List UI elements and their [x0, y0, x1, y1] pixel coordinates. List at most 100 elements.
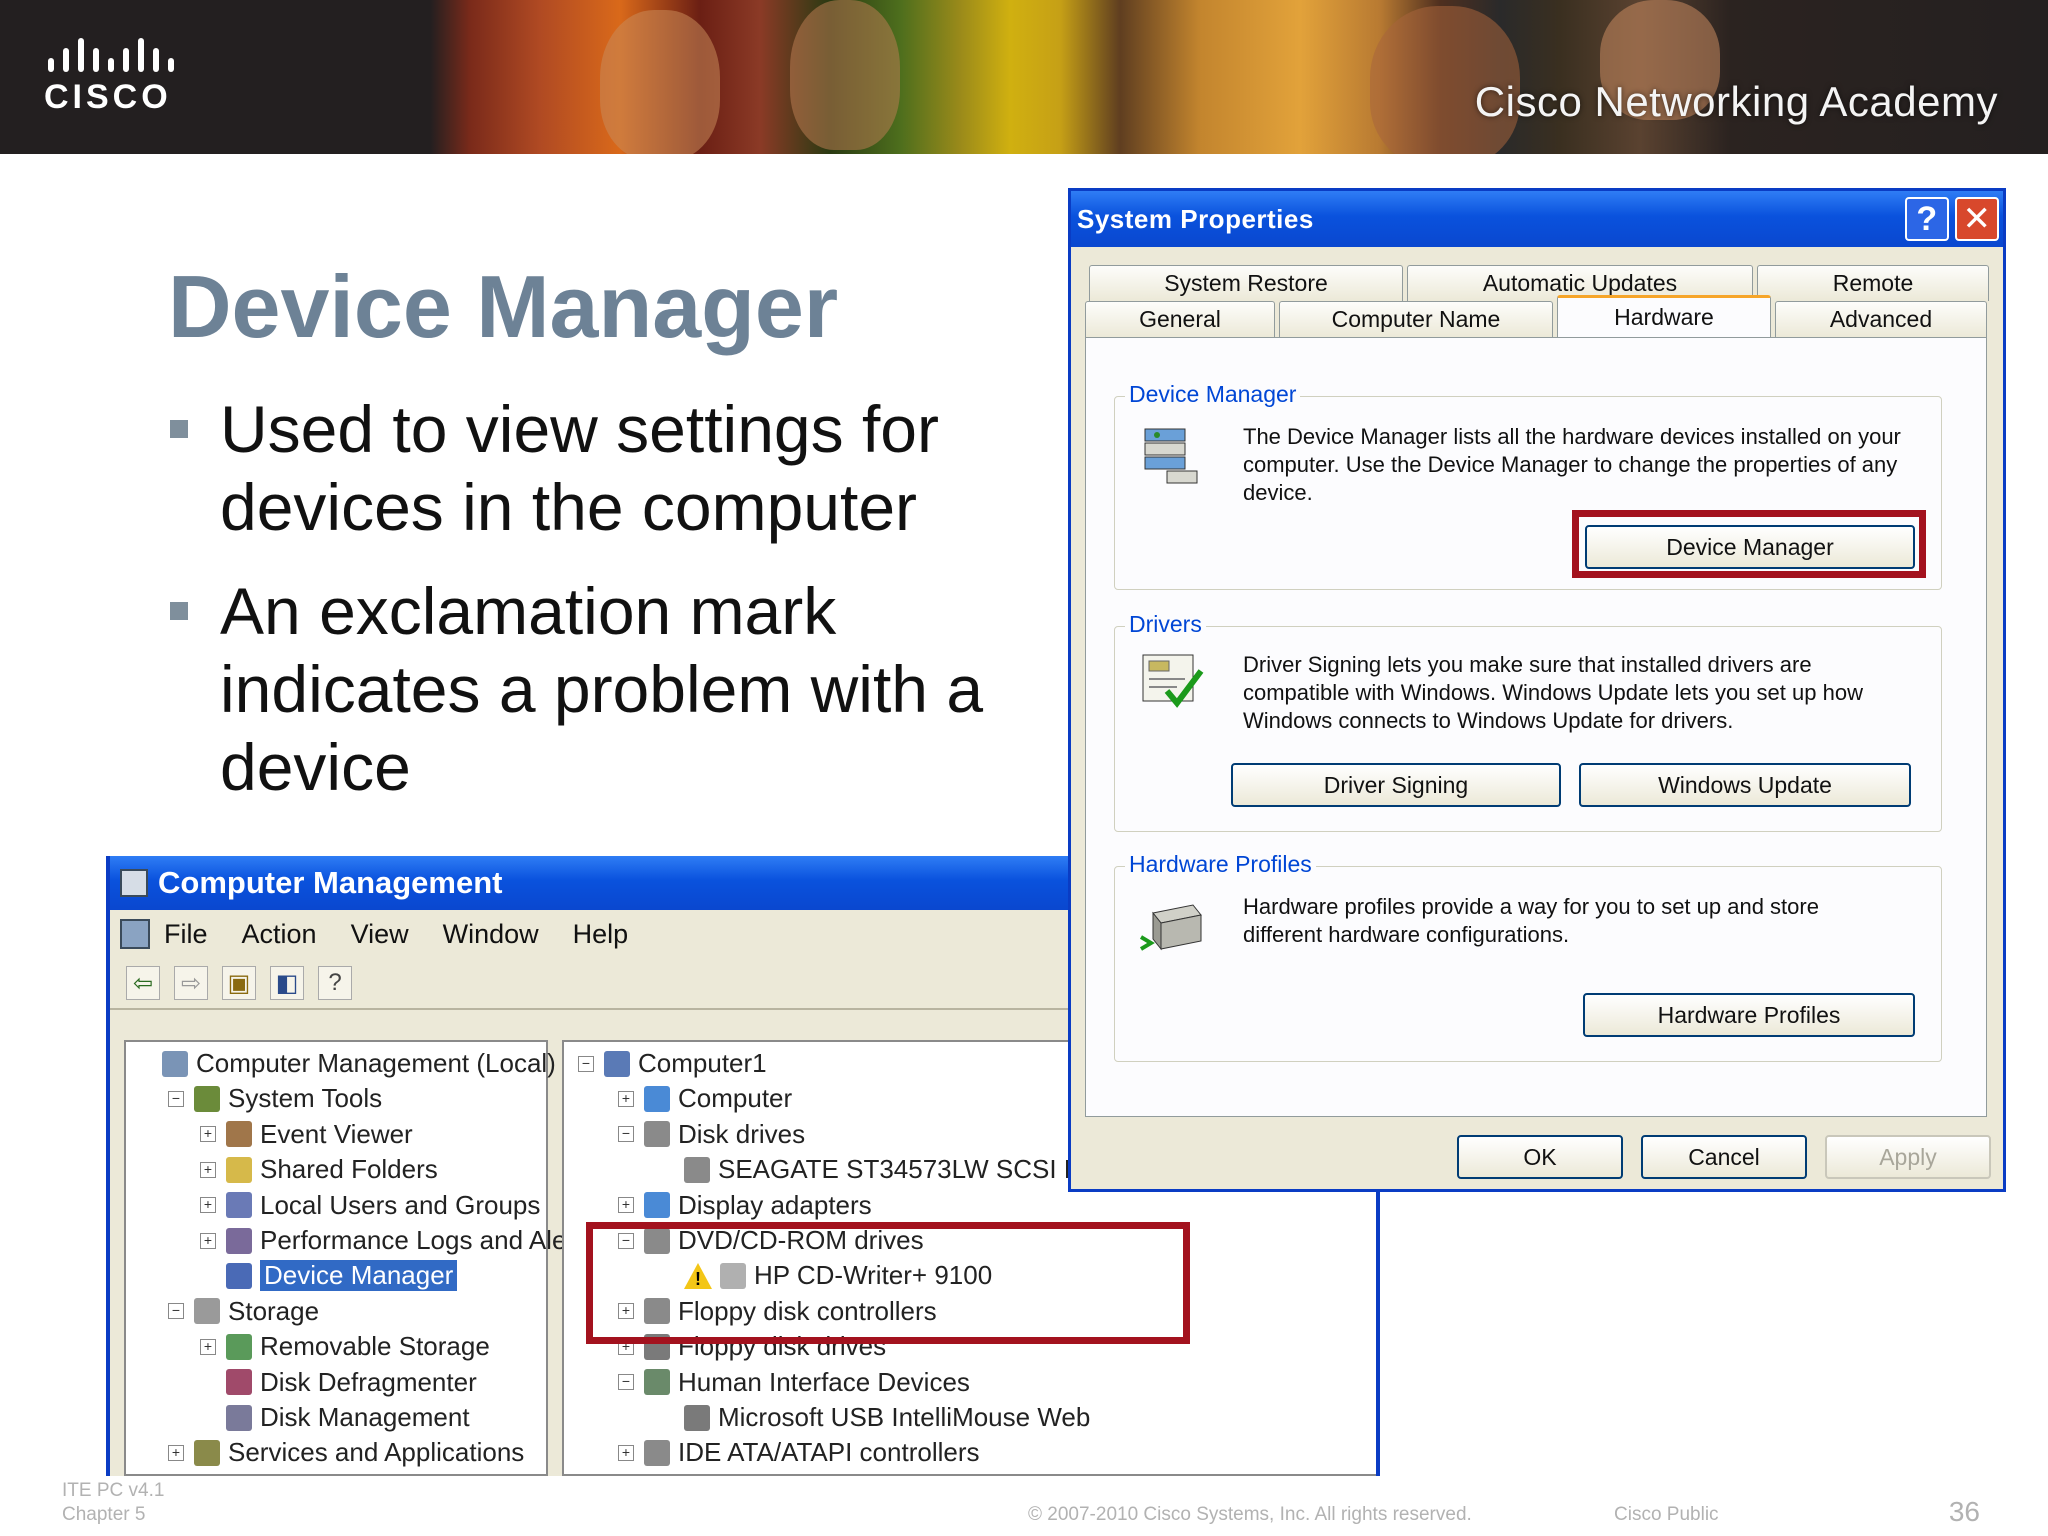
footer-classification: Cisco Public — [1614, 1504, 1719, 1525]
hardware-profiles-button[interactable]: Hardware Profiles — [1583, 993, 1915, 1037]
menu-file[interactable]: File — [164, 919, 208, 950]
computer-icon — [120, 869, 148, 897]
collapse-icon[interactable]: − — [168, 1303, 184, 1320]
tree-item[interactable]: + Performance Logs and Alert: — [200, 1223, 590, 1258]
footer-course: ITE PC v4.1 — [62, 1480, 165, 1501]
show-hide-tree-icon[interactable]: ◧ — [270, 966, 304, 1000]
expand-icon[interactable]: + — [200, 1232, 216, 1249]
drivers-description: Driver Signing lets you make sure that i… — [1243, 652, 1863, 733]
slide-title: Device Manager — [168, 257, 839, 356]
collapse-icon[interactable]: − — [618, 1126, 634, 1143]
windows-update-button[interactable]: Windows Update — [1579, 763, 1911, 807]
device-item-label: SEAGATE ST34573LW SCSI Disk — [718, 1154, 1115, 1185]
tree-node-icon — [226, 1333, 252, 1360]
expand-icon[interactable]: + — [618, 1197, 634, 1214]
up-folder-icon[interactable]: ▣ — [222, 966, 256, 1000]
tree-item[interactable]: − System Tools — [168, 1081, 382, 1116]
driver-signing-button[interactable]: Driver Signing — [1231, 763, 1561, 807]
menu-help[interactable]: Help — [573, 919, 629, 950]
tab-computer-name[interactable]: Computer Name — [1279, 301, 1553, 337]
collapse-icon[interactable]: − — [168, 1090, 184, 1107]
device-item-label: Computer — [678, 1083, 793, 1114]
device-icon — [684, 1404, 710, 1431]
menu-window[interactable]: Window — [443, 919, 539, 950]
device-item[interactable]: SEAGATE ST34573LW SCSI Disk — [658, 1152, 1114, 1187]
device-manager-button-highlight — [1572, 510, 1926, 578]
device-manager-description: The Device Manager lists all the hardwar… — [1243, 424, 1901, 505]
problem-device-highlight — [586, 1222, 1190, 1344]
expand-icon[interactable]: + — [200, 1161, 216, 1178]
menu-view[interactable]: View — [351, 919, 409, 950]
device-icon — [604, 1050, 630, 1077]
drivers-group-label: Drivers — [1125, 611, 1206, 638]
forward-arrow-icon[interactable]: ⇨ — [174, 966, 208, 1000]
device-item[interactable]: − Computer1 — [578, 1046, 767, 1081]
tree-node-icon — [226, 1227, 252, 1254]
console-tree-pane[interactable]: Computer Management (Local) − System Tools… — [124, 1040, 590, 1476]
tree-item[interactable]: Disk Management — [200, 1400, 470, 1435]
collapse-icon[interactable]: − — [618, 1374, 634, 1391]
bullet-square-icon — [170, 420, 188, 438]
tree-item[interactable]: Disk Defragmenter — [200, 1365, 477, 1400]
expand-icon[interactable]: + — [200, 1197, 216, 1214]
cisco-logo-bars-icon — [44, 38, 194, 72]
device-item[interactable]: + Computer — [618, 1081, 792, 1116]
bullet-item: Used to view settings for devices in the… — [168, 390, 1048, 546]
tree-node-icon — [226, 1369, 252, 1396]
tab-general[interactable]: General — [1085, 301, 1275, 337]
tab-hardware[interactable]: Hardware — [1557, 295, 1771, 337]
expand-icon[interactable]: + — [618, 1090, 634, 1107]
cisco-banner: CISCO Cisco Networking Academy — [0, 0, 2048, 154]
device-item[interactable]: − Human Interface Devices — [618, 1365, 970, 1400]
back-arrow-icon[interactable]: ⇦ — [126, 966, 160, 1000]
device-icon — [644, 1369, 670, 1396]
properties-help-icon[interactable]: ? — [318, 966, 352, 1000]
menu-action[interactable]: Action — [242, 919, 317, 950]
close-button-icon[interactable]: ✕ — [1955, 197, 1999, 241]
tree-item[interactable]: + Services and Applications — [168, 1435, 524, 1470]
ok-button[interactable]: OK — [1457, 1135, 1623, 1179]
cancel-button[interactable]: Cancel — [1641, 1135, 1807, 1179]
bullet-item: An exclamation mark indicates a problem … — [168, 572, 1048, 806]
bullet-text: Used to view settings for devices in the… — [220, 392, 939, 544]
footer-copyright: © 2007-2010 Cisco Systems, Inc. All righ… — [1028, 1504, 1472, 1525]
tree-item[interactable]: + Event Viewer — [200, 1117, 413, 1152]
device-item[interactable]: + IDE ATA/ATAPI controllers — [618, 1435, 980, 1470]
driver-signing-icon — [1142, 654, 1204, 708]
apply-button[interactable]: Apply — [1825, 1135, 1991, 1179]
help-button-icon[interactable]: ? — [1905, 197, 1949, 241]
computer-icon — [120, 919, 150, 949]
expand-icon[interactable]: + — [200, 1126, 216, 1143]
cisco-logo: CISCO — [44, 38, 194, 118]
hardware-profiles-icon — [1139, 904, 1202, 951]
device-item-label: Human Interface Devices — [678, 1366, 970, 1397]
tab-system-restore[interactable]: System Restore — [1089, 265, 1403, 301]
device-item[interactable]: − Disk drives — [618, 1117, 805, 1152]
system-properties-titlebar[interactable]: System Properties ? ✕ — [1071, 191, 2003, 247]
device-item-label: Disk drives — [678, 1118, 806, 1149]
expand-icon[interactable]: + — [618, 1444, 634, 1461]
expand-icon[interactable]: + — [168, 1444, 184, 1461]
tree-item[interactable]: + Shared Folders — [200, 1152, 438, 1187]
system-properties-dialog: System Properties ? ✕ System Restore Aut… — [1068, 188, 2006, 1192]
device-manager-group-label: Device Manager — [1125, 381, 1301, 408]
device-item-label: Computer1 — [638, 1048, 767, 1078]
device-manager-icon — [1144, 428, 1198, 484]
device-icon — [644, 1121, 670, 1148]
tree-item-device-manager[interactable]: Device Manager — [200, 1258, 458, 1293]
tree-item[interactable]: − Storage — [168, 1294, 319, 1329]
tree-item[interactable]: Computer Management (Local) — [136, 1046, 556, 1081]
tree-item[interactable]: + Local Users and Groups — [200, 1188, 540, 1223]
tree-item-label: System Tools — [228, 1083, 383, 1114]
expand-icon[interactable]: + — [200, 1338, 216, 1355]
device-icon — [644, 1085, 670, 1112]
tree-item-label: Services and Applications — [228, 1437, 525, 1468]
collapse-icon[interactable]: − — [578, 1055, 594, 1072]
device-item[interactable]: + Display adapters — [618, 1188, 872, 1223]
academy-title: Cisco Networking Academy — [1474, 78, 1998, 125]
tab-advanced[interactable]: Advanced — [1775, 301, 1987, 337]
bullet-square-icon — [170, 602, 188, 620]
tree-item[interactable]: + Removable Storage — [200, 1329, 490, 1364]
tab-remote[interactable]: Remote — [1757, 265, 1989, 301]
device-item[interactable]: Microsoft USB IntelliMouse Web — [658, 1400, 1090, 1435]
